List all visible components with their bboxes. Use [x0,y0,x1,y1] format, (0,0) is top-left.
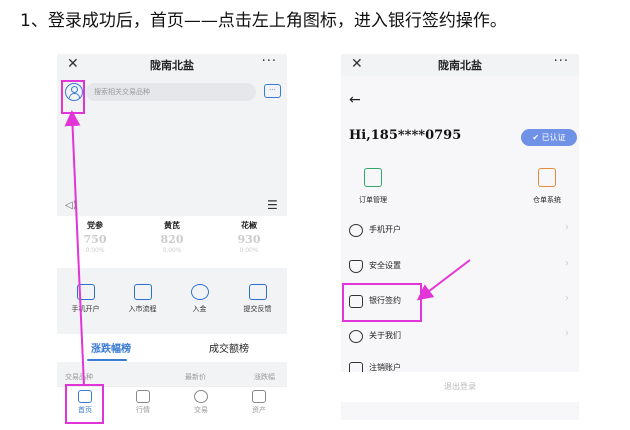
annotation-arrows [64,110,471,387]
arrow-to-user-icon [64,110,85,387]
arrow-to-bank-signing [416,259,471,301]
